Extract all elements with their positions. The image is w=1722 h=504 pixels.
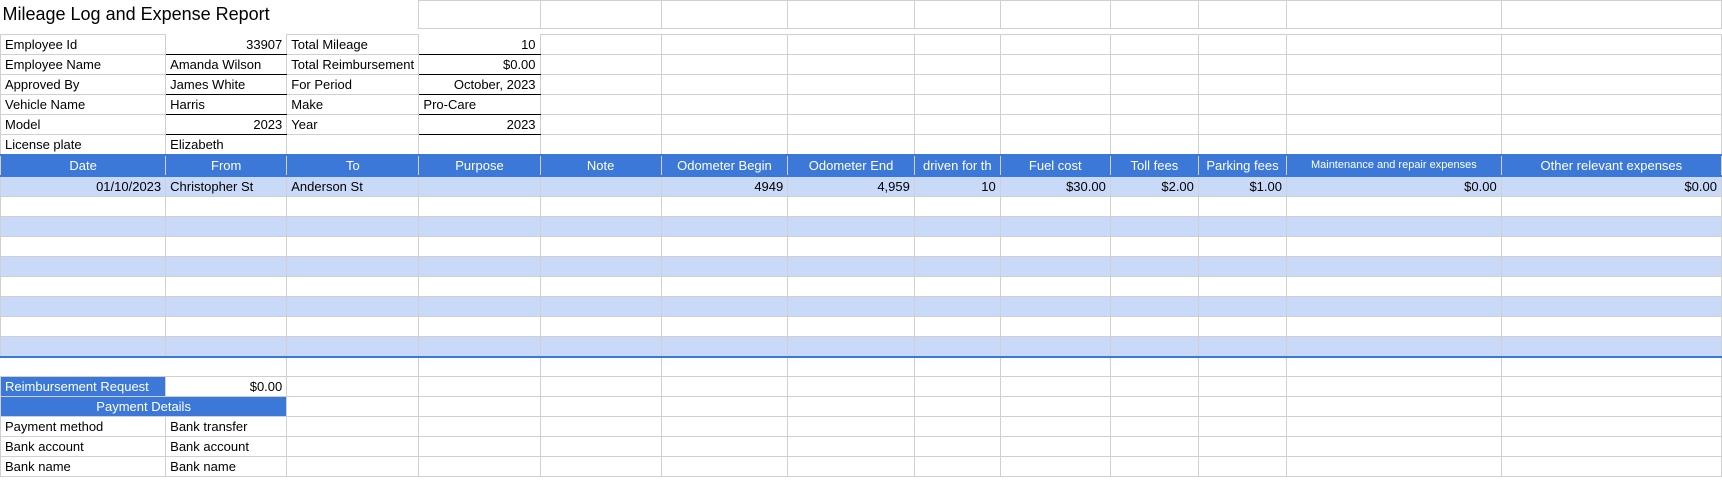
employee-name-label: Employee Name — [1, 55, 166, 75]
approved-by-value[interactable]: James White — [166, 75, 287, 95]
col-maint: Maintenance and repair expenses — [1286, 155, 1501, 176]
bank-name-value[interactable]: Bank name — [166, 457, 287, 477]
col-odo-end: Odometer End — [788, 155, 915, 176]
reimb-request-label: Reimbursement Request — [1, 377, 166, 397]
col-odo-begin: Odometer Begin — [661, 155, 788, 176]
cell-driven[interactable]: 10 — [914, 176, 1000, 197]
bank-account-row: Bank account Bank account — [1, 437, 1722, 457]
cell-odo-end[interactable]: 4,959 — [788, 176, 915, 197]
make-value[interactable]: Pro-Care — [419, 95, 540, 115]
col-other: Other relevant expenses — [1501, 155, 1721, 176]
license-value[interactable]: Elizabeth — [166, 135, 287, 156]
employee-name-value[interactable]: Amanda Wilson — [166, 55, 287, 75]
col-purpose: Purpose — [419, 155, 540, 176]
table-row[interactable] — [1, 277, 1722, 297]
col-parking: Parking fees — [1198, 155, 1286, 176]
model-value[interactable]: 2023 — [166, 115, 287, 135]
for-period-value[interactable]: October, 2023 — [419, 75, 540, 95]
column-header-row: Date From To Purpose Note Odometer Begin… — [1, 155, 1722, 176]
cell-fuel[interactable]: $30.00 — [1000, 176, 1110, 197]
payment-details-header-row: Payment Details — [1, 397, 1722, 417]
table-row[interactable] — [1, 197, 1722, 217]
cell-odo-begin[interactable]: 4949 — [661, 176, 788, 197]
col-to: To — [287, 155, 419, 176]
table-row[interactable] — [1, 297, 1722, 317]
total-reimb-label: Total Reimbursement — [287, 55, 419, 75]
table-row[interactable]: 01/10/2023 Christopher St Anderson St 49… — [1, 176, 1722, 197]
info-row-vehicle: Vehicle Name Harris Make Pro-Care — [1, 95, 1722, 115]
spacer-row — [1, 357, 1722, 377]
employee-id-label: Employee Id — [1, 35, 166, 55]
table-row[interactable] — [1, 237, 1722, 257]
vehicle-name-label: Vehicle Name — [1, 95, 166, 115]
col-toll: Toll fees — [1110, 155, 1198, 176]
bank-name-row: Bank name Bank name — [1, 457, 1722, 477]
cell-maint[interactable]: $0.00 — [1286, 176, 1501, 197]
bank-account-value[interactable]: Bank account — [166, 437, 287, 457]
info-row-emp-id: Employee Id 33907 Total Mileage 10 — [1, 35, 1722, 55]
info-row-emp-name: Employee Name Amanda Wilson Total Reimbu… — [1, 55, 1722, 75]
payment-method-row: Payment method Bank transfer — [1, 417, 1722, 437]
cell-toll[interactable]: $2.00 — [1110, 176, 1198, 197]
for-period-label: For Period — [287, 75, 419, 95]
cell-note[interactable] — [540, 176, 661, 197]
cell-date[interactable]: 01/10/2023 — [1, 176, 166, 197]
cell-purpose[interactable] — [419, 176, 540, 197]
total-mileage-label: Total Mileage — [287, 35, 419, 55]
approved-by-label: Approved By — [1, 75, 166, 95]
year-label: Year — [287, 115, 419, 135]
table-row[interactable] — [1, 337, 1722, 357]
cell-other[interactable]: $0.00 — [1501, 176, 1721, 197]
table-row[interactable] — [1, 317, 1722, 337]
col-driven: driven for th — [914, 155, 1000, 176]
info-row-license: License plate Elizabeth — [1, 135, 1722, 156]
total-mileage-value[interactable]: 10 — [419, 35, 540, 55]
spreadsheet[interactable]: Mileage Log and Expense Report Employee … — [0, 0, 1722, 477]
table-row[interactable] — [1, 217, 1722, 237]
bank-account-label: Bank account — [1, 437, 166, 457]
info-row-approved: Approved By James White For Period Octob… — [1, 75, 1722, 95]
col-note: Note — [540, 155, 661, 176]
cell-parking[interactable]: $1.00 — [1198, 176, 1286, 197]
payment-details-header: Payment Details — [1, 397, 287, 417]
col-from: From — [166, 155, 287, 176]
payment-method-label: Payment method — [1, 417, 166, 437]
make-label: Make — [287, 95, 419, 115]
reimb-request-value[interactable]: $0.00 — [166, 377, 287, 397]
vehicle-name-value[interactable]: Harris — [166, 95, 287, 115]
table-row[interactable] — [1, 257, 1722, 277]
reimb-request-row: Reimbursement Request $0.00 — [1, 377, 1722, 397]
total-reimb-value[interactable]: $0.00 — [419, 55, 540, 75]
license-label: License plate — [1, 135, 166, 156]
employee-id-value[interactable]: 33907 — [166, 35, 287, 55]
col-date: Date — [1, 155, 166, 176]
info-row-model: Model 2023 Year 2023 — [1, 115, 1722, 135]
page-title: Mileage Log and Expense Report — [1, 1, 419, 29]
cell-from[interactable]: Christopher St — [166, 176, 287, 197]
model-label: Model — [1, 115, 166, 135]
payment-method-value[interactable]: Bank transfer — [166, 417, 287, 437]
bank-name-label: Bank name — [1, 457, 166, 477]
col-fuel: Fuel cost — [1000, 155, 1110, 176]
cell-to[interactable]: Anderson St — [287, 176, 419, 197]
title-row: Mileage Log and Expense Report — [1, 1, 1722, 29]
year-value[interactable]: 2023 — [419, 115, 540, 135]
